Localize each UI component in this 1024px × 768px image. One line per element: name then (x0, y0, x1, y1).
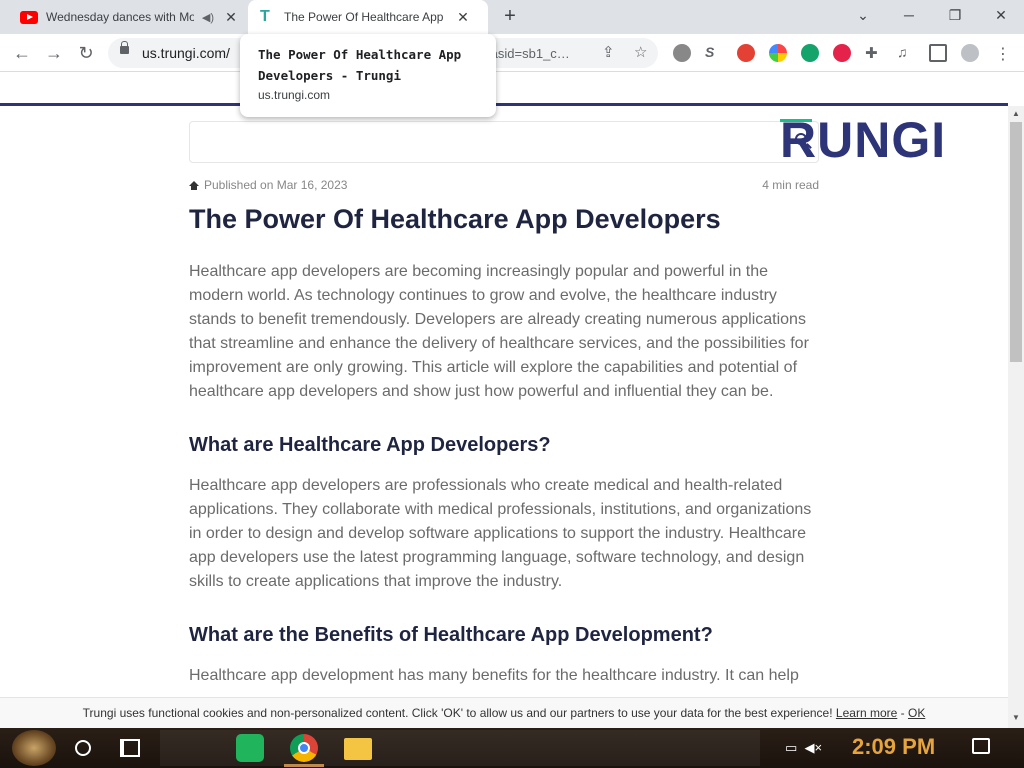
extension-icon[interactable] (769, 44, 787, 62)
header-rule (0, 103, 1008, 106)
puzzle-extensions-icon[interactable]: ✚ (865, 44, 883, 62)
hover-card-domain: us.trungi.com (258, 88, 331, 102)
forward-button[interactable]: → (40, 39, 68, 67)
bookmark-star-icon[interactable]: ☆ (634, 43, 647, 61)
section-heading: What are the Benefits of Healthcare App … (189, 624, 713, 646)
article-paragraph: Healthcare app development has many bene… (189, 667, 799, 684)
cortana-search-icon[interactable] (75, 740, 91, 756)
minimize-button[interactable]: ─ (886, 0, 932, 34)
cookie-text: Trungi uses functional cookies and non-p… (82, 706, 833, 720)
maximize-button[interactable]: ❐ (932, 0, 978, 34)
back-button[interactable]: ← (8, 39, 36, 67)
trungi-favicon-icon: T (260, 8, 270, 25)
article-meta: Published on Mar 16, 2023 4 min read (189, 178, 819, 192)
article-body: The Power Of Healthcare App Developers H… (189, 201, 819, 696)
extension-icon[interactable] (801, 44, 819, 62)
scrollbar-thumb[interactable] (1010, 122, 1022, 362)
cookie-banner: Trungi uses functional cookies and non-p… (0, 697, 1008, 728)
learn-more-link[interactable]: Learn more (836, 706, 897, 720)
taskbar-clock[interactable]: 2:09 PM (852, 734, 935, 760)
new-tab-button[interactable]: + (498, 5, 522, 29)
profile-avatar-icon[interactable] (961, 44, 979, 62)
hover-card-title: The Power Of Healthcare App Developers -… (258, 47, 462, 83)
notification-center-icon[interactable] (972, 738, 990, 754)
browser-toolbar: ← → ↻ us.trungi.com/ &asid=sb1_c… ⇪ ☆ S … (0, 34, 1024, 72)
side-panel-icon[interactable] (929, 44, 947, 62)
media-control-icon[interactable]: ♫ (897, 44, 915, 62)
web-page: RUNGI Published on Mar 16, 2023 4 min re… (0, 73, 1008, 696)
tab-trungi[interactable]: T The Power Of Healthcare App ✕ (248, 0, 488, 34)
scroll-down-arrow-icon[interactable]: ▼ (1008, 710, 1024, 726)
published-date: Published on Mar 16, 2023 (204, 178, 348, 192)
article-paragraph: Healthcare app developers are profession… (189, 477, 812, 590)
task-view-icon[interactable] (120, 739, 140, 757)
read-time: 4 min read (762, 178, 819, 192)
site-logo[interactable]: RUNGI (780, 111, 946, 168)
close-window-button[interactable]: ✕ (978, 0, 1024, 34)
cookie-ok-link[interactable]: OK (908, 706, 925, 720)
url-text: us.trungi.com/ (142, 45, 230, 61)
tab-title: Wednesday dances with Mo (46, 10, 194, 24)
article-paragraph: Healthcare app developers are becoming i… (189, 263, 809, 400)
tab-search-icon[interactable]: ⌄ (840, 0, 886, 34)
section-heading: What are Healthcare App Developers? (189, 434, 551, 456)
tab-hover-card: The Power Of Healthcare App Developers -… (240, 34, 496, 117)
speaker-icon[interactable]: ◀) (202, 11, 214, 24)
active-app-indicator (284, 764, 324, 767)
file-explorer-icon[interactable] (344, 738, 372, 760)
menu-kebab-icon[interactable]: ⋮ (995, 44, 1013, 63)
extension-icon[interactable] (833, 44, 851, 62)
windows-taskbar: ▭ ◀× 2:09 PM (0, 728, 1024, 768)
close-tab-icon[interactable]: ✕ (222, 9, 240, 26)
reload-button[interactable]: ↻ (72, 39, 100, 67)
tab-strip: Wednesday dances with Mo ◀) ✕ T The Powe… (0, 0, 1024, 34)
extension-icon[interactable] (673, 44, 691, 62)
tab-title: The Power Of Healthcare App (284, 10, 444, 24)
site-search-input[interactable] (189, 121, 819, 163)
notes-app-icon[interactable] (236, 734, 264, 762)
close-tab-icon[interactable]: ✕ (454, 9, 472, 26)
chrome-app-icon[interactable] (290, 734, 318, 762)
youtube-icon (20, 10, 38, 24)
scroll-up-arrow-icon[interactable]: ▲ (1008, 106, 1024, 122)
system-tray[interactable]: ▭ ◀× (785, 740, 822, 756)
start-button[interactable] (12, 730, 56, 766)
tab-youtube[interactable]: Wednesday dances with Mo ◀) ✕ (8, 0, 248, 34)
article-title: The Power Of Healthcare App Developers (189, 204, 721, 234)
extension-icon[interactable] (737, 44, 755, 62)
s-extension-icon[interactable]: S (705, 44, 723, 62)
home-icon[interactable] (189, 181, 199, 190)
cookie-separator: - (900, 706, 905, 720)
share-icon[interactable]: ⇪ (602, 43, 615, 61)
lock-icon[interactable] (120, 41, 129, 54)
